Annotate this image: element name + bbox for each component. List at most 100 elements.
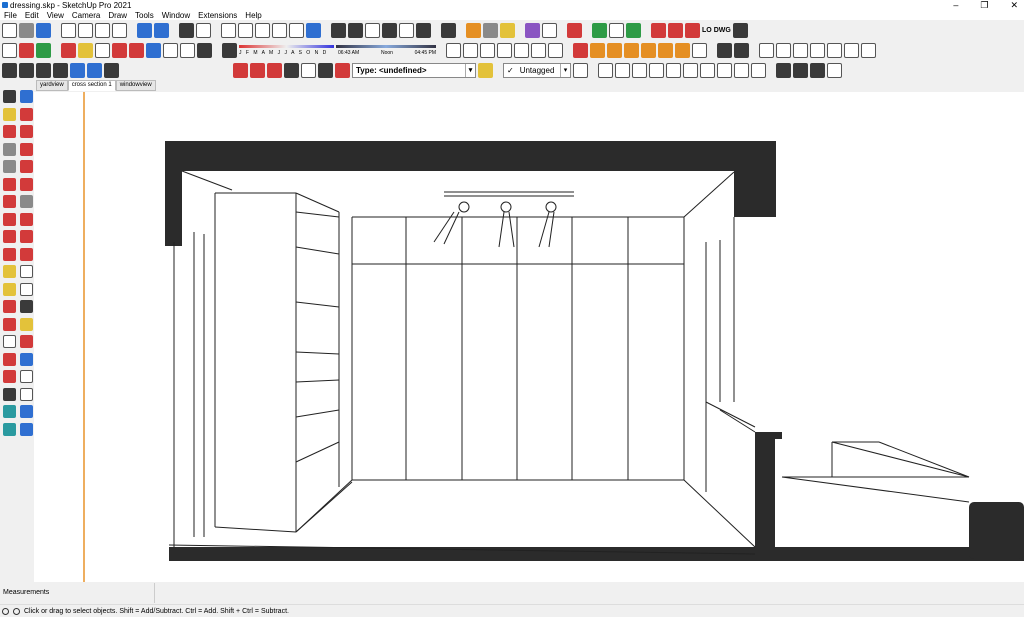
chevron-down-icon[interactable]: ▾ (560, 63, 570, 77)
previous-view-icon[interactable] (146, 42, 161, 58)
menu-window[interactable]: Window (158, 11, 194, 20)
add-detail-icon[interactable] (318, 62, 333, 78)
section-plugin-icon[interactable] (651, 22, 666, 38)
protractor-tool-icon[interactable] (3, 282, 16, 296)
eraser-icon[interactable] (20, 107, 33, 121)
tape-measure-icon[interactable] (590, 42, 605, 58)
previous-tool-icon[interactable] (20, 352, 33, 366)
select-tool-icon[interactable] (3, 90, 16, 103)
smoove-icon[interactable] (267, 62, 282, 78)
rectangle-icon[interactable] (3, 142, 16, 156)
tape-measure-tool-icon[interactable] (3, 265, 16, 278)
waves-tool-icon[interactable] (20, 405, 33, 418)
position-camera-tool-icon[interactable] (3, 370, 16, 383)
offset-icon[interactable] (20, 247, 33, 261)
shadows-toggle-icon[interactable] (222, 42, 237, 58)
make-component-icon[interactable] (20, 90, 33, 103)
two-point-arc-icon[interactable] (20, 177, 33, 191)
layout-export-label[interactable]: LO (702, 27, 712, 34)
style-5-icon[interactable] (666, 62, 681, 78)
zoom-plugin-icon[interactable] (732, 22, 748, 38)
section-plane-tool-icon[interactable] (20, 387, 33, 401)
redo-icon[interactable] (154, 22, 169, 38)
type-dropdown[interactable]: Type: <undefined> ▾ (352, 62, 476, 78)
follow-me-icon[interactable] (2, 42, 17, 58)
model-info-icon[interactable] (196, 22, 211, 38)
color-by-tag-icon[interactable] (573, 62, 588, 78)
waves-alt-icon[interactable] (20, 422, 33, 436)
tag-plugin-icon[interactable] (626, 22, 641, 38)
shadow-time-slider[interactable]: 06:43 AM Noon 04:45 PM (336, 43, 436, 58)
report-red-icon[interactable] (19, 42, 34, 58)
move-icon[interactable] (3, 212, 16, 226)
pan-icon[interactable] (78, 42, 93, 58)
pan-tool-icon[interactable] (20, 317, 33, 331)
push-pull-icon[interactable] (20, 212, 33, 226)
zoom-window-tool-icon[interactable] (20, 335, 33, 348)
orbit-tool-icon[interactable] (3, 317, 16, 331)
style-7-icon[interactable] (700, 62, 715, 78)
tag-dropdown[interactable]: ✓ Untagged ▾ (503, 62, 571, 78)
warehouse-download-icon[interactable] (272, 22, 287, 38)
model-viewport[interactable] (34, 92, 1024, 582)
zoom-tool-icon[interactable] (3, 335, 16, 348)
menu-tools[interactable]: Tools (131, 11, 158, 20)
axes-tool-icon[interactable] (3, 300, 16, 313)
hatch-icon[interactable] (668, 22, 683, 38)
photo-match-icon[interactable] (573, 42, 588, 58)
section-plane-icon[interactable] (717, 62, 732, 78)
sandbox-alt-icon[interactable] (3, 422, 16, 436)
open-file-icon[interactable] (19, 22, 34, 38)
box-yellow-icon[interactable] (500, 22, 515, 38)
target-icon[interactable] (692, 42, 707, 58)
shadow-date-slider[interactable]: J F M A M J J A S O N D (239, 43, 334, 58)
back-edges-icon[interactable] (463, 42, 478, 58)
select-view-icon[interactable] (861, 42, 876, 58)
copy-icon[interactable] (78, 22, 93, 38)
style-6-icon[interactable] (683, 62, 698, 78)
undo-icon[interactable] (137, 22, 152, 38)
flip-edge-icon[interactable] (335, 62, 350, 78)
walk-tool-icon[interactable] (3, 387, 16, 401)
new-file-icon[interactable] (2, 22, 17, 38)
window-icon[interactable] (776, 62, 791, 78)
arc-icon[interactable] (675, 42, 690, 58)
component-icon[interactable] (348, 22, 363, 38)
trim-icon[interactable] (87, 62, 102, 78)
axes-icon[interactable] (641, 42, 656, 58)
3d-text-icon[interactable] (20, 300, 33, 313)
house-outline-icon[interactable] (399, 22, 414, 38)
rotated-rectangle-icon[interactable] (20, 142, 33, 156)
iso-view-icon[interactable] (759, 42, 774, 58)
right-view-icon[interactable] (810, 42, 825, 58)
line-tool-icon[interactable] (3, 125, 16, 138)
lock-icon[interactable] (827, 62, 842, 78)
menu-camera[interactable]: Camera (68, 11, 104, 20)
wireframe-icon[interactable] (480, 42, 495, 58)
cut-icon[interactable] (61, 22, 76, 38)
component-make-icon[interactable] (734, 42, 749, 58)
subtract-icon[interactable] (70, 62, 85, 78)
outer-shell-icon[interactable] (19, 62, 34, 78)
drape-icon[interactable] (301, 62, 316, 78)
monochrome-icon[interactable] (548, 42, 563, 58)
box-orange-icon[interactable] (466, 22, 481, 38)
house-filled-icon[interactable] (382, 22, 397, 38)
shaded-icon[interactable] (514, 42, 529, 58)
group-icon[interactable] (717, 42, 732, 58)
split-icon[interactable] (104, 62, 119, 78)
tab-windowview[interactable]: windowview (115, 80, 156, 91)
sandbox-tool-icon[interactable] (3, 405, 16, 418)
union-icon[interactable] (53, 62, 68, 78)
sign-in-icon[interactable] (221, 22, 236, 38)
classifier-icon[interactable] (478, 62, 493, 78)
arc-tool-icon[interactable] (3, 177, 16, 191)
paint-bucket-icon[interactable] (3, 107, 16, 121)
ocl-icon[interactable] (441, 22, 456, 38)
intersect-icon[interactable] (36, 62, 51, 78)
zoom-window-icon[interactable] (112, 42, 127, 58)
report-icon[interactable] (609, 22, 624, 38)
scale-icon[interactable] (3, 247, 16, 261)
zoom-icon[interactable] (95, 42, 110, 58)
geo-location-icon[interactable] (2, 607, 9, 615)
